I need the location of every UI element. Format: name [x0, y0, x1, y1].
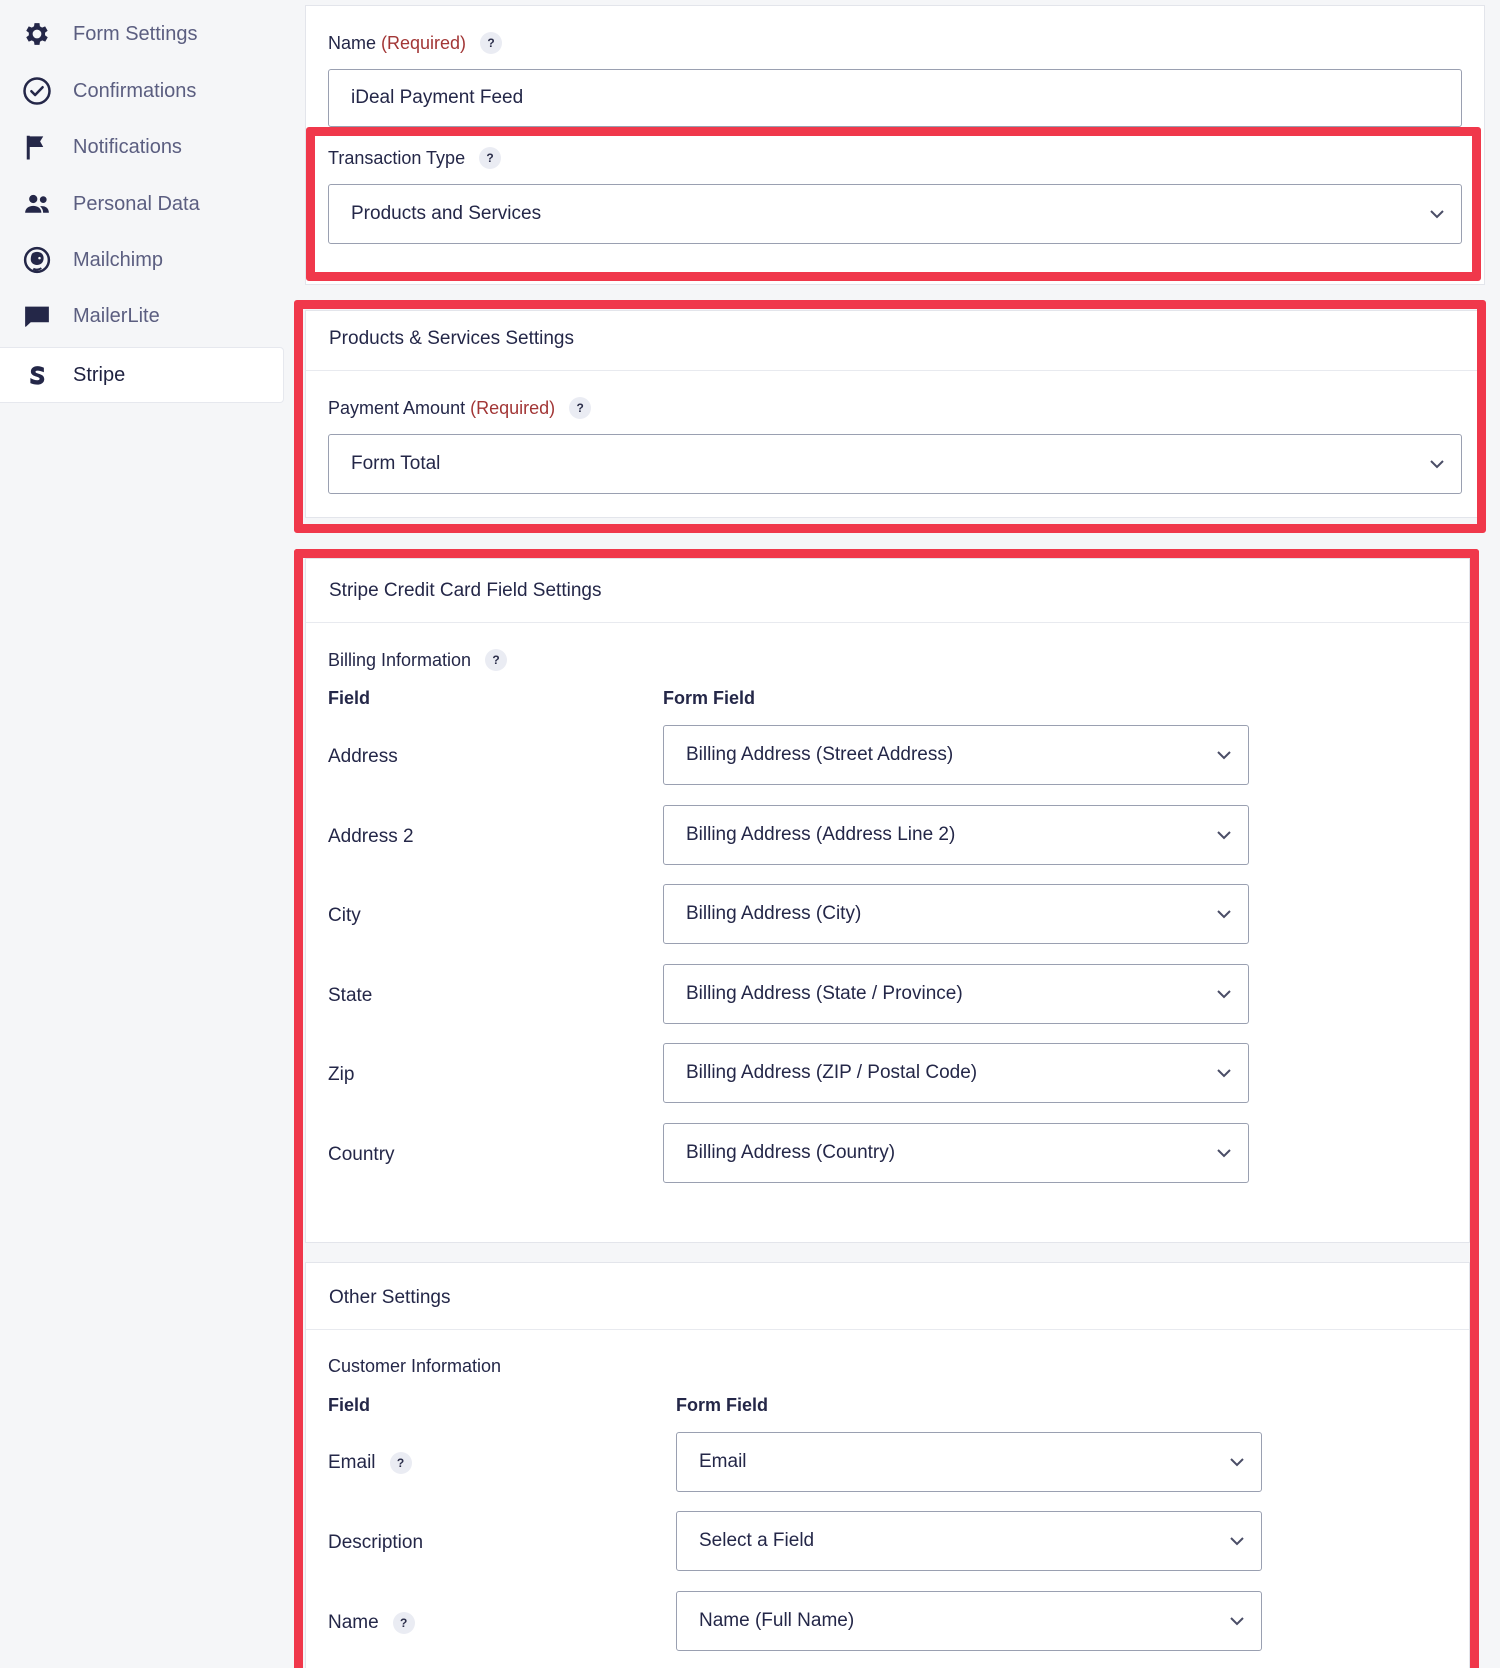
help-icon[interactable]: ?	[479, 147, 502, 169]
feed-name-input[interactable]	[328, 69, 1462, 127]
sidebar-item-notifications[interactable]: Notifications	[0, 118, 284, 176]
selected-value: Billing Address (Country)	[686, 1142, 896, 1163]
billing-information-label: Billing Information ?	[328, 647, 508, 673]
city-field-select[interactable]: Billing Address (City)	[663, 884, 1249, 944]
selected-value: Products and Services	[351, 203, 542, 224]
selected-value: Billing Address (ZIP / Postal Code)	[686, 1062, 978, 1083]
selected-value: Billing Address (Street Address)	[686, 744, 954, 765]
selected-value: Billing Address (City)	[686, 903, 862, 924]
customer-information-label: Customer Information	[328, 1353, 501, 1379]
help-icon[interactable]: ?	[392, 1612, 415, 1634]
address-field-select[interactable]: Billing Address (Street Address)	[663, 725, 1249, 785]
feed-name-label: Name (Required) ?	[328, 30, 503, 56]
field-label-email: Email ?	[328, 1448, 412, 1478]
selected-value: Billing Address (State / Province)	[686, 983, 963, 1004]
chevron-down-icon	[1230, 1537, 1244, 1546]
payment-amount-label: Payment Amount (Required) ?	[328, 395, 592, 421]
selected-value: Billing Address (Address Line 2)	[686, 824, 956, 845]
sidebar-item-label: MailerLite	[73, 304, 160, 327]
label-text: Transaction Type	[328, 147, 466, 168]
chevron-down-icon	[1217, 751, 1231, 760]
check-circle-icon	[22, 76, 52, 106]
help-icon[interactable]: ?	[485, 649, 508, 671]
sidebar-item-mailerlite[interactable]: MailerLite	[0, 287, 284, 345]
sidebar-item-confirmations[interactable]: Confirmations	[0, 62, 284, 120]
chevron-down-icon	[1230, 1617, 1244, 1626]
chevron-down-icon	[1230, 1458, 1244, 1467]
selected-value: Form Total	[351, 453, 441, 474]
sidebar-item-stripe[interactable]: Stripe	[0, 347, 284, 403]
gear-icon	[22, 19, 52, 49]
help-icon[interactable]: ?	[480, 32, 503, 54]
field-label-country: Country	[328, 1144, 395, 1165]
help-icon[interactable]: ?	[389, 1452, 412, 1474]
sidebar-item-form-settings[interactable]: Form Settings	[0, 5, 284, 63]
chevron-down-icon	[1430, 460, 1444, 469]
field-label-zip: Zip	[328, 1064, 355, 1085]
field-label-description: Description	[328, 1528, 423, 1558]
country-field-select[interactable]: Billing Address (Country)	[663, 1123, 1249, 1183]
transaction-type-label: Transaction Type ?	[328, 145, 502, 171]
field-label-state: State	[328, 985, 373, 1006]
address-2-field-select[interactable]: Billing Address (Address Line 2)	[663, 805, 1249, 865]
flag-icon	[22, 132, 52, 162]
column-header-form-field: Form Field	[663, 688, 756, 708]
label-text: Name	[328, 32, 377, 53]
label-text: Billing Information	[328, 649, 472, 670]
name-field-select[interactable]: Name (Full Name)	[676, 1591, 1262, 1651]
stripe-icon	[22, 360, 52, 390]
sidebar-item-personal-data[interactable]: Personal Data	[0, 175, 284, 233]
sidebar-item-label: Stripe	[73, 363, 126, 386]
email-field-select[interactable]: Email	[676, 1432, 1262, 1492]
selected-value: Email	[699, 1451, 747, 1472]
label-text: Description	[328, 1532, 424, 1553]
state-field-select[interactable]: Billing Address (State / Province)	[663, 964, 1249, 1024]
field-label-city: City	[328, 905, 361, 926]
label-text: Email	[328, 1452, 376, 1473]
column-header-field: Field	[328, 688, 371, 708]
payment-amount-select[interactable]: Form Total	[328, 434, 1462, 494]
help-icon[interactable]: ?	[569, 397, 592, 419]
column-header-field: Field	[328, 1395, 371, 1415]
chevron-down-icon	[1217, 1069, 1231, 1078]
transaction-type-select[interactable]: Products and Services	[328, 184, 1462, 244]
sidebar-item-label: Form Settings	[73, 22, 198, 45]
label-text: Payment Amount	[328, 397, 466, 418]
section-divider	[306, 622, 1469, 623]
section-divider	[306, 1329, 1469, 1330]
selected-value: Select a Field	[699, 1530, 815, 1551]
column-header-form-field: Form Field	[676, 1395, 769, 1415]
zip-field-select[interactable]: Billing Address (ZIP / Postal Code)	[663, 1043, 1249, 1103]
description-field-select[interactable]: Select a Field	[676, 1511, 1262, 1571]
other-settings-title: Other Settings	[329, 1287, 451, 1308]
chevron-down-icon	[1217, 831, 1231, 840]
sidebar-item-label: Notifications	[73, 135, 182, 158]
required-marker: (Required)	[381, 32, 467, 53]
sidebar-item-mailchimp[interactable]: Mailchimp	[0, 231, 284, 289]
field-label-name: Name ?	[328, 1608, 415, 1638]
field-label-address: Address	[328, 746, 398, 767]
section-divider	[306, 370, 1484, 371]
selected-value: Name (Full Name)	[699, 1610, 855, 1631]
field-label-address-2: Address 2	[328, 826, 414, 847]
stripe-cc-title: Stripe Credit Card Field Settings	[329, 580, 602, 601]
users-icon	[22, 189, 52, 219]
chevron-down-icon	[1217, 910, 1231, 919]
required-marker: (Required)	[470, 397, 556, 418]
chat-bubble-icon	[22, 301, 52, 331]
label-text: Customer Information	[328, 1355, 502, 1376]
sidebar-item-label: Mailchimp	[73, 248, 164, 271]
products-services-title: Products & Services Settings	[329, 328, 574, 349]
chevron-down-icon	[1217, 990, 1231, 999]
chevron-down-icon	[1430, 210, 1444, 219]
chevron-down-icon	[1217, 1149, 1231, 1158]
label-text: Name	[328, 1612, 379, 1633]
mailchimp-icon	[22, 245, 52, 275]
sidebar-item-label: Personal Data	[73, 192, 200, 215]
sidebar-item-label: Confirmations	[73, 79, 197, 102]
